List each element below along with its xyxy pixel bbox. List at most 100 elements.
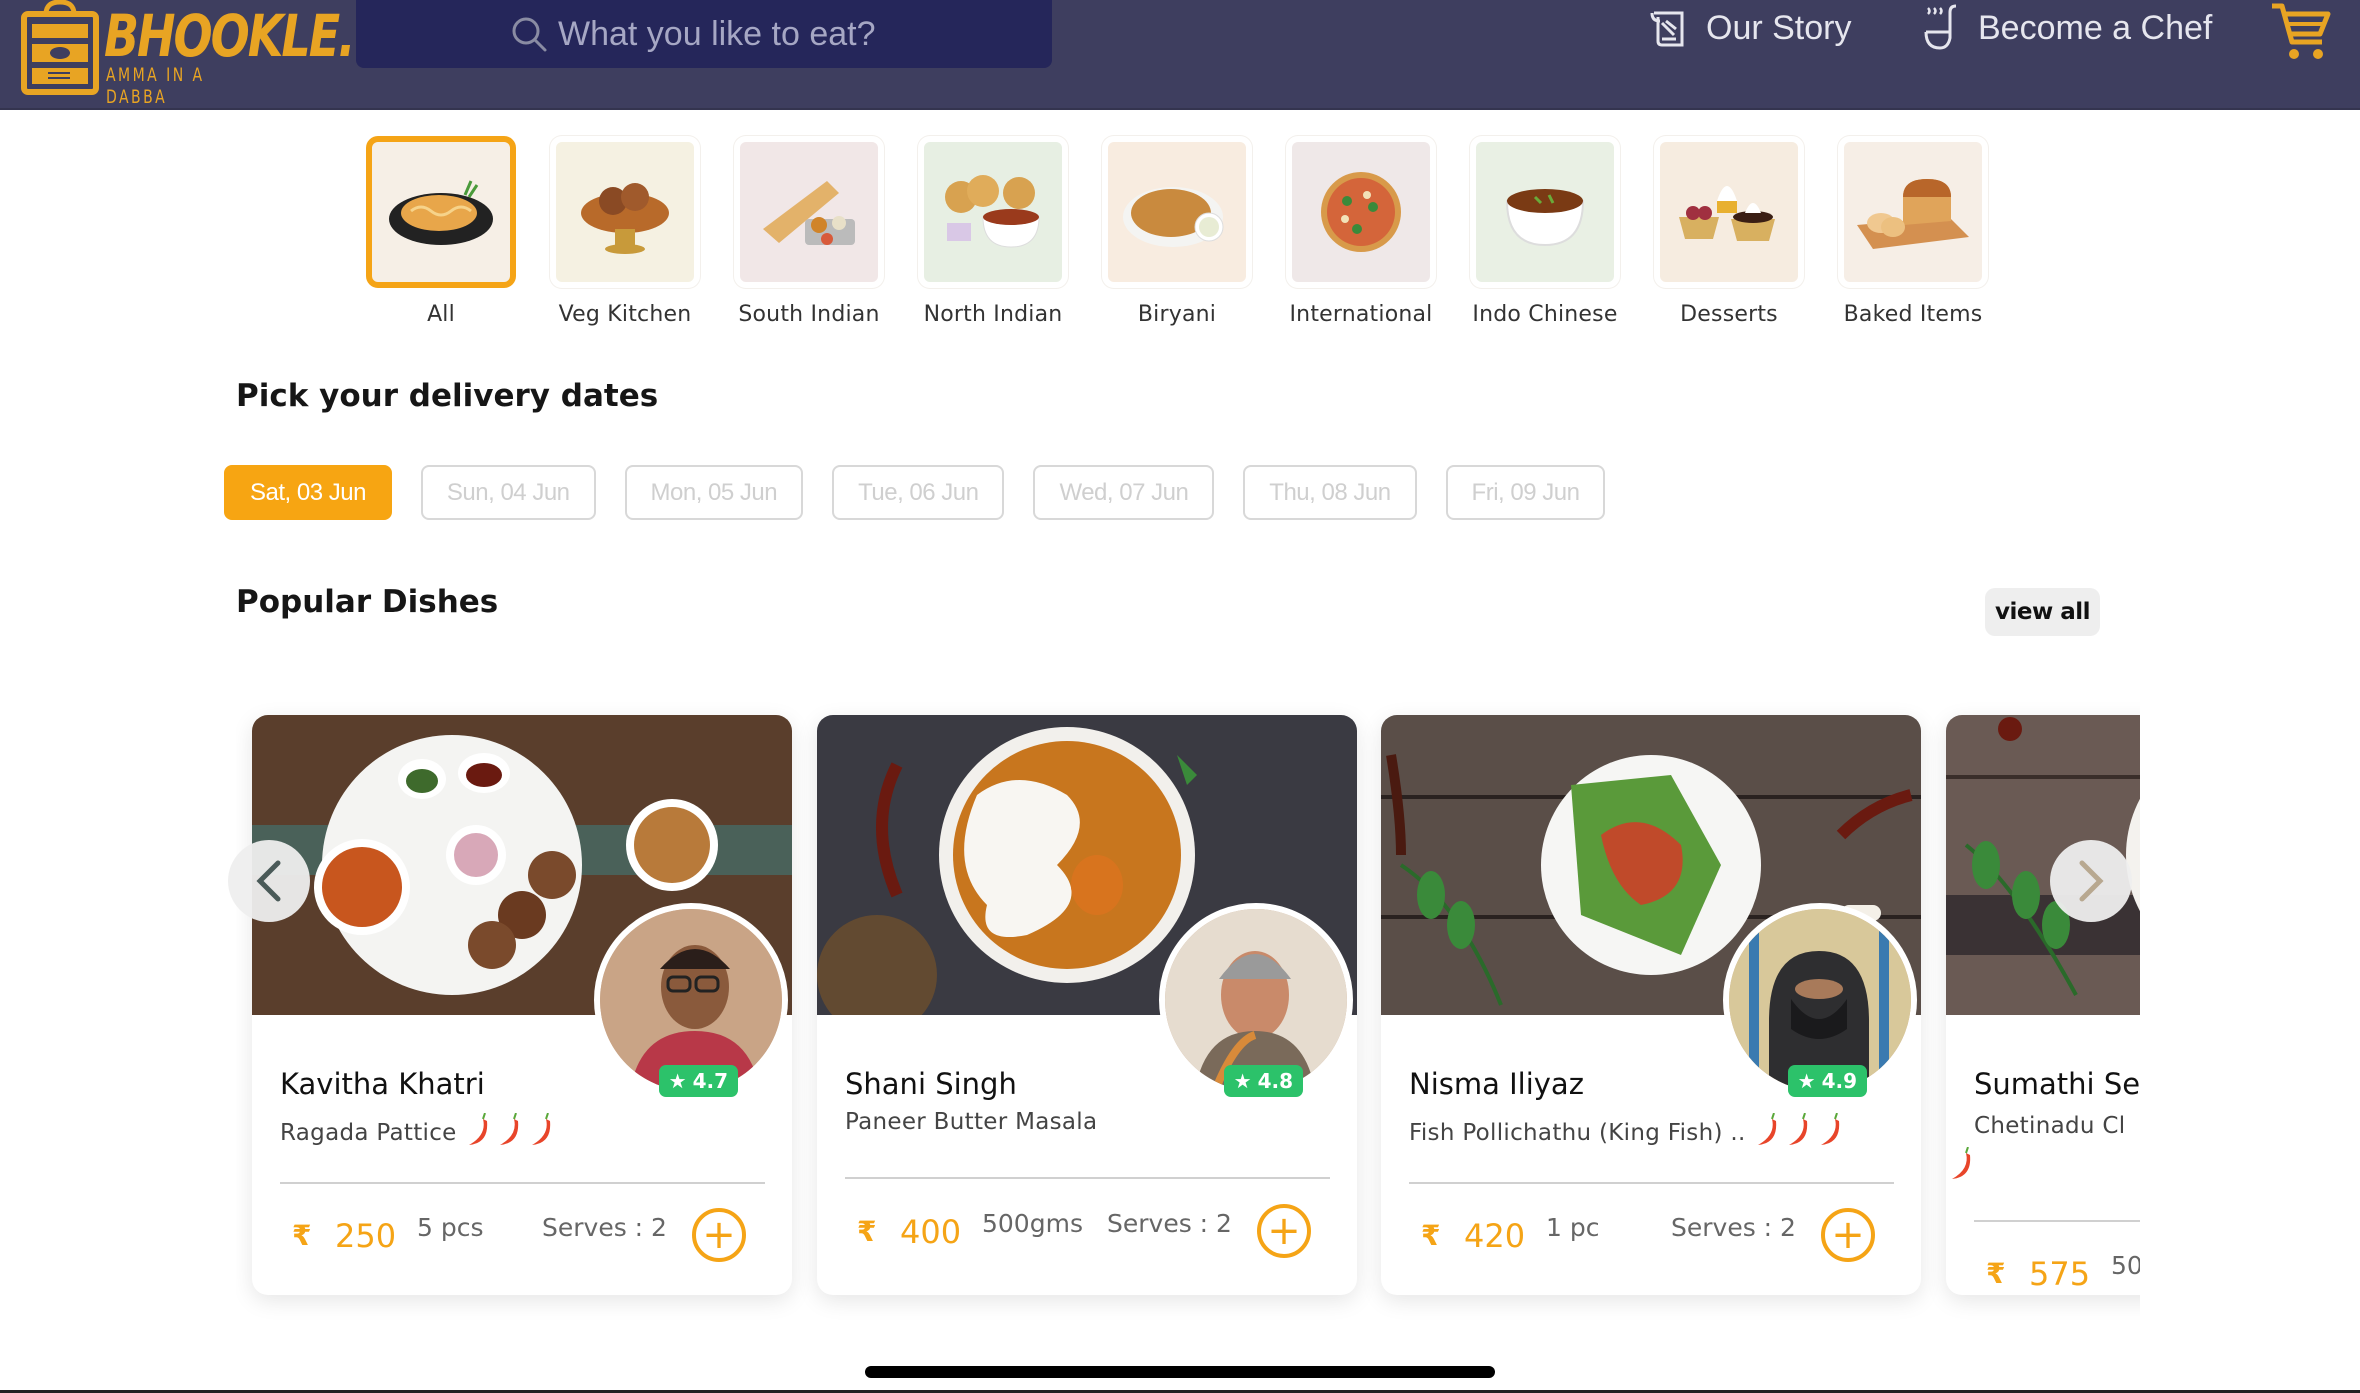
soup-bowl-icon: [1505, 189, 1585, 247]
chevron-right-icon: [2079, 860, 2104, 902]
chef-name: Nisma Iliyaz: [1409, 1067, 1584, 1101]
chili-icon: [1757, 1113, 1776, 1145]
tiffin-box-icon: [21, 0, 99, 95]
price: 420: [1464, 1217, 1526, 1255]
category-label: Baked Items: [1843, 302, 1983, 327]
serves: Serves : 2: [1107, 1209, 1232, 1238]
category-image: [1286, 136, 1436, 288]
card-footer: ₹ 420 1 pc Serves : 2 +: [1409, 1205, 1894, 1275]
star-icon: ★: [1233, 1069, 1252, 1093]
dish-carousel: ★ 4.7 Kavitha Khatri Ragada Pattice ₹ 250…: [236, 690, 2140, 1330]
category-north-indian[interactable]: North Indian: [918, 136, 1068, 327]
ladle-icon: [1924, 4, 1957, 50]
date-option[interactable]: Fri, 09 Jun: [1445, 465, 1606, 520]
card-footer: ₹ 250 5 pcs Serves : 2 +: [280, 1205, 765, 1275]
rupee-icon: ₹: [1421, 1220, 1441, 1251]
dish-card[interactable]: ★ 4.8 Shani Singh Paneer Butter Masala ₹ …: [817, 715, 1357, 1295]
dish-card[interactable]: ★ 4.9 Nisma Iliyaz Fish Pollichathu (King…: [1381, 715, 1921, 1295]
date-option[interactable]: Sat, 03 Jun: [224, 465, 392, 520]
category-label: North Indian: [923, 302, 1063, 327]
search-input[interactable]: [558, 14, 898, 54]
veg-bowl-icon: [581, 183, 669, 254]
serves: Serves : 2: [1671, 1213, 1796, 1242]
card-footer: ₹ 575 50: [1974, 1243, 2140, 1313]
date-option[interactable]: Mon, 05 Jun: [624, 465, 804, 520]
category-label: South Indian: [738, 302, 880, 327]
card-divider: [280, 1182, 765, 1184]
dish-card[interactable]: Sumathi Se Chetinadu Cl ₹ 575 50: [1946, 715, 2140, 1295]
rating-badge: ★ 4.7: [658, 1065, 738, 1097]
category-label: Indo Chinese: [1472, 302, 1618, 327]
dish-title: Fish Pollichathu (King Fish) ..: [1409, 1120, 1746, 1146]
cart-icon: [2272, 3, 2331, 59]
chef-name: Sumathi Se: [1974, 1067, 2140, 1101]
category-label: Veg Kitchen: [558, 302, 692, 327]
cart-button[interactable]: [2270, 2, 2332, 60]
search-icon: [512, 17, 547, 52]
nav-our-story[interactable]: Our Story: [1648, 4, 1851, 52]
rating-value: 4.9: [1821, 1069, 1857, 1093]
tarts-icon: [1679, 186, 1775, 241]
date-option[interactable]: Thu, 08 Jun: [1243, 465, 1417, 520]
dish-name: Ragada Pattice: [280, 1113, 552, 1153]
card-divider: [1409, 1182, 1894, 1184]
category-label: Biryani: [1137, 302, 1217, 327]
date-option[interactable]: Wed, 07 Jun: [1033, 465, 1215, 520]
category-image: [1654, 136, 1804, 288]
category-image: [1102, 136, 1252, 288]
view-all-button[interactable]: view all: [1985, 588, 2100, 636]
card-footer: ₹ 400 500gms Serves : 2 +: [845, 1201, 1330, 1271]
rating-badge: ★ 4.8: [1223, 1065, 1303, 1097]
category-image: [366, 136, 516, 288]
carousel-prev-button[interactable]: [228, 840, 310, 922]
category-biryani[interactable]: Biryani: [1102, 136, 1252, 327]
scroll-icon: [1650, 11, 1684, 47]
puri-curry-icon: [945, 175, 1040, 248]
category-south-indian[interactable]: South Indian: [734, 136, 884, 327]
spice-level: [1754, 1113, 1841, 1153]
biryani-icon: [1123, 187, 1224, 247]
quantity: 500gms: [982, 1209, 1083, 1238]
pizza-icon: [1321, 172, 1401, 252]
search-bar[interactable]: [356, 0, 1052, 68]
carousel-next-button[interactable]: [2050, 840, 2132, 922]
date-option[interactable]: Sun, 04 Jun: [420, 465, 596, 520]
nav-become-a-chef-label: Become a Chef: [1978, 8, 2213, 47]
category-baked-items[interactable]: Baked Items: [1838, 136, 1988, 327]
serves: Serves : 2: [542, 1213, 667, 1242]
noodles-plate-icon: [389, 180, 493, 245]
chili-icon: [500, 1113, 519, 1145]
category-international[interactable]: International: [1286, 136, 1436, 327]
spice-level: [465, 1113, 552, 1153]
rating-badge: ★ 4.9: [1787, 1065, 1867, 1097]
price: 400: [900, 1213, 962, 1251]
chili-icon: [1820, 1113, 1839, 1145]
dish-name: Fish Pollichathu (King Fish) ..: [1409, 1113, 1841, 1153]
top-header: BHOOKLE. AMMA IN A DABBA Our Story Becom…: [0, 0, 2360, 110]
home-indicator[interactable]: [865, 1366, 1495, 1378]
add-to-cart-button[interactable]: +: [692, 1208, 746, 1262]
chili-icon: [468, 1113, 487, 1145]
category-label: Desserts: [1680, 302, 1778, 327]
add-to-cart-button[interactable]: +: [1257, 1204, 1311, 1258]
category-image: [550, 136, 700, 288]
bread-loaf-icon: [1857, 179, 1969, 249]
dish-card[interactable]: ★ 4.7 Kavitha Khatri Ragada Pattice ₹ 250…: [252, 715, 792, 1295]
category-indo-chinese[interactable]: Indo Chinese: [1470, 136, 1620, 327]
dish-name: Chetinadu Cl: [1974, 1113, 2125, 1139]
chili-icon: [531, 1113, 551, 1145]
category-veg-kitchen[interactable]: Veg Kitchen: [550, 136, 700, 327]
date-option[interactable]: Tue, 06 Jun: [832, 465, 1005, 520]
nav-become-a-chef[interactable]: Become a Chef: [1922, 4, 2212, 52]
dish-title: Chetinadu Cl: [1974, 1113, 2126, 1139]
category-all[interactable]: All: [366, 136, 516, 327]
category-desserts[interactable]: Desserts: [1654, 136, 1804, 327]
brand-name: BHOOKLE.: [104, 2, 356, 70]
category-image: [1838, 136, 1988, 288]
brand-logo[interactable]: BHOOKLE. AMMA IN A DABBA: [20, 0, 356, 108]
nav-our-story-label: Our Story: [1706, 8, 1852, 47]
add-to-cart-button[interactable]: +: [1821, 1208, 1875, 1262]
popular-dishes-title: Popular Dishes: [236, 584, 499, 620]
category-label: International: [1289, 302, 1433, 327]
delivery-dates-title: Pick your delivery dates: [236, 378, 659, 414]
